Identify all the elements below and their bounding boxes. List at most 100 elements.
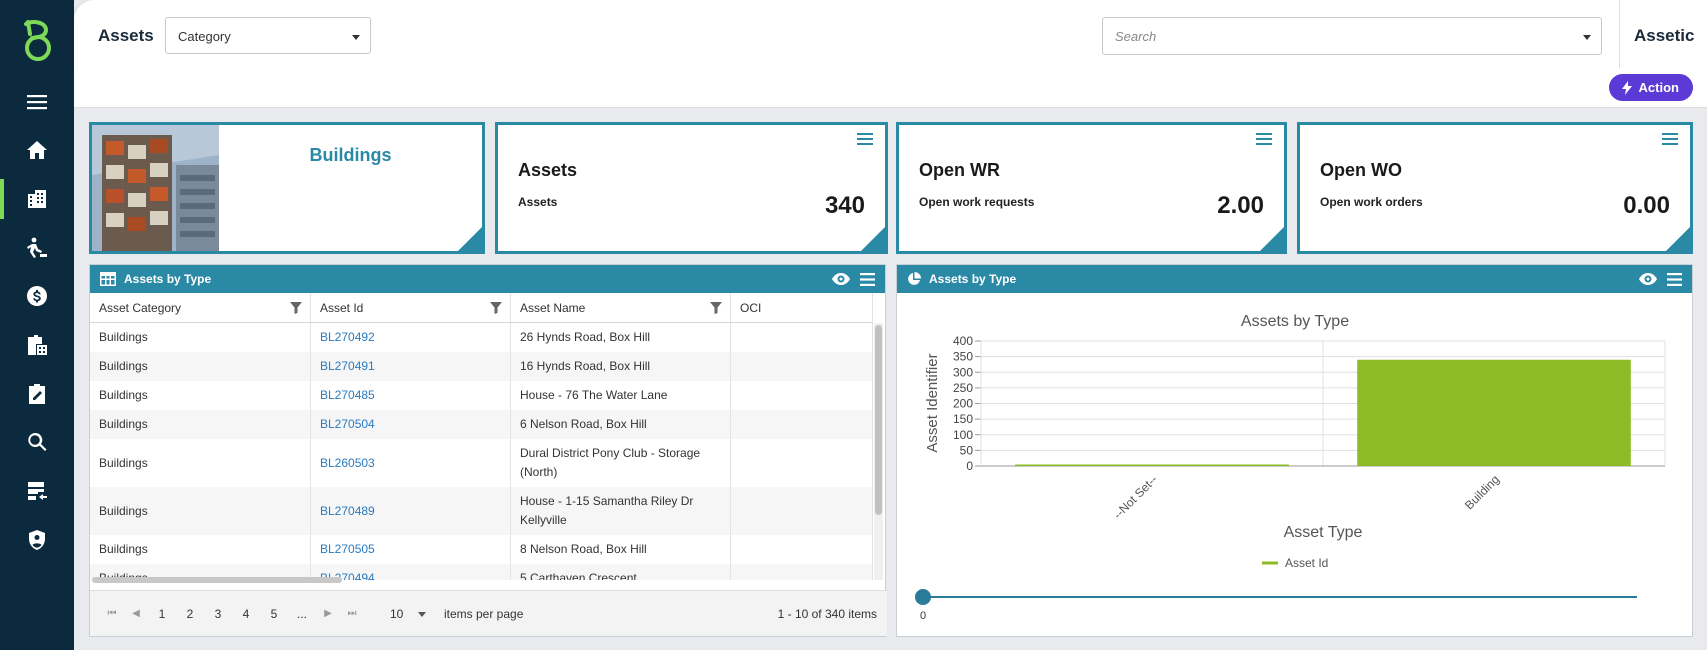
- open-wr-card[interactable]: Open WR Open work requests 2.00: [896, 122, 1287, 254]
- clipboard-building-icon[interactable]: [0, 325, 74, 365]
- table-row[interactable]: Buildings BL270489 House - 1-15 Samantha R…: [90, 487, 873, 535]
- cell-asset-id-text[interactable]: BL270492: [320, 328, 375, 347]
- cell-asset-name-text: House - 1-15 Samantha Riley Dr Kellyvill…: [520, 494, 694, 527]
- column-header-asset-category[interactable]: Asset Category: [90, 293, 311, 322]
- card-subtitle: Open work requests: [919, 195, 1035, 209]
- cell-asset-name: 6 Nelson Road, Box Hill: [511, 410, 731, 439]
- cell-asset-id[interactable]: BL270504: [311, 410, 511, 439]
- buildings-card-label: Buildings: [309, 145, 392, 165]
- cell-asset-name-text: 8 Nelson Road, Box Hill: [520, 542, 647, 556]
- search-icon[interactable]: [0, 422, 74, 462]
- column-header-asset-id[interactable]: Asset Id: [311, 293, 511, 322]
- grid-pager: ⏮ ◀ 1 2 3 4 5 ... ▶ ⏭ 10 items per page …: [90, 590, 887, 636]
- sidebar: [0, 0, 74, 650]
- finance-icon[interactable]: [0, 276, 74, 316]
- data-import-icon[interactable]: [0, 471, 74, 511]
- cell-asset-name-text: Dural District Pony Club - Storage (Nort…: [520, 446, 701, 479]
- next-page-icon[interactable]: ▶: [316, 608, 340, 619]
- page-button-5[interactable]: 5: [260, 607, 288, 621]
- cell-asset-id-text[interactable]: BL270489: [320, 502, 375, 521]
- search-input[interactable]: Search: [1102, 17, 1602, 55]
- cell-oci: [731, 352, 873, 381]
- cell-asset-name: 8 Nelson Road, Box Hill: [511, 535, 731, 564]
- menu-icon[interactable]: [0, 82, 74, 122]
- card-menu-icon[interactable]: [857, 133, 873, 147]
- cell-asset-id[interactable]: BL270492: [311, 323, 511, 352]
- eye-icon[interactable]: [1639, 273, 1657, 285]
- cell-asset-id[interactable]: BL270485: [311, 381, 511, 410]
- first-page-icon[interactable]: ⏮: [100, 608, 124, 619]
- vertical-scrollbar[interactable]: [874, 323, 883, 580]
- cell-oci: [731, 323, 873, 352]
- page-button-more[interactable]: ...: [288, 607, 316, 621]
- open-wo-card[interactable]: Open WO Open work orders 0.00: [1297, 122, 1693, 254]
- search-placeholder: Search: [1115, 29, 1157, 44]
- x-axis-label: Asset Type: [1284, 524, 1363, 541]
- cell-asset-category-text: Buildings: [99, 542, 148, 556]
- cell-asset-id-text[interactable]: BL270505: [320, 540, 375, 559]
- cell-asset-name-text: 16 Hynds Road, Box Hill: [520, 359, 651, 373]
- cell-asset-id[interactable]: BL270505: [311, 535, 511, 564]
- cell-asset-category-text: Buildings: [99, 455, 148, 470]
- cell-asset-category: Buildings: [90, 487, 311, 535]
- filter-icon[interactable]: [710, 302, 722, 314]
- category-select[interactable]: Category: [165, 17, 371, 54]
- header-divider: [1619, 0, 1620, 68]
- eye-icon[interactable]: [832, 273, 850, 285]
- menu-icon[interactable]: [1667, 272, 1682, 286]
- assets-card[interactable]: Assets Assets 340: [495, 122, 888, 254]
- last-page-icon[interactable]: ⏭: [340, 608, 364, 619]
- column-header-oci[interactable]: OCI: [731, 293, 873, 322]
- buildings-icon[interactable]: [0, 179, 74, 219]
- column-label: Asset Category: [99, 300, 182, 315]
- y-tick-label: 400: [953, 334, 973, 348]
- card-menu-icon[interactable]: [1662, 133, 1678, 147]
- page-button-3[interactable]: 3: [204, 607, 232, 621]
- chevron-down-icon: [418, 611, 426, 617]
- table-row[interactable]: Buildings BL270492 26 Hynds Road, Box Hill: [90, 323, 873, 352]
- page-button-2[interactable]: 2: [176, 607, 204, 621]
- edit-clipboard-icon[interactable]: [0, 374, 74, 414]
- card-title: Open WO: [1320, 160, 1402, 180]
- cell-asset-name-text: House - 76 The Water Lane: [520, 388, 668, 402]
- table-row[interactable]: Buildings BL270485 House - 76 The Water La…: [90, 381, 873, 410]
- cell-asset-id[interactable]: BL260503: [311, 439, 511, 487]
- cell-asset-name: 26 Hynds Road, Box Hill: [511, 323, 731, 352]
- cell-asset-id-text[interactable]: BL270504: [320, 415, 375, 434]
- scrollbar-thumb[interactable]: [875, 325, 882, 515]
- cell-asset-id[interactable]: BL270489: [311, 487, 511, 535]
- cell-asset-id-text[interactable]: BL270491: [320, 357, 375, 376]
- page-button-1[interactable]: 1: [148, 607, 176, 621]
- cell-asset-id[interactable]: BL270491: [311, 352, 511, 381]
- table-row[interactable]: Buildings BL260503 Dural District Pony Clu…: [90, 439, 873, 487]
- worker-icon[interactable]: [0, 228, 74, 268]
- table-row[interactable]: Buildings BL270505 8 Nelson Road, Box Hill: [90, 535, 873, 564]
- range-slider-thumb[interactable]: [915, 589, 931, 605]
- y-tick-label: 100: [953, 428, 973, 442]
- app-logo-icon[interactable]: [18, 18, 58, 62]
- cell-asset-name-text: 6 Nelson Road, Box Hill: [520, 417, 647, 431]
- horizontal-scrollbar[interactable]: [90, 576, 885, 584]
- card-corner: [1666, 227, 1690, 251]
- action-bar: Action: [74, 68, 1707, 108]
- action-button[interactable]: Action: [1608, 74, 1693, 101]
- cell-asset-category-text: Buildings: [99, 330, 148, 344]
- table-row[interactable]: Buildings BL270504 6 Nelson Road, Box Hill: [90, 410, 873, 439]
- grid-panel-header: Assets by Type: [90, 265, 885, 293]
- filter-icon[interactable]: [290, 302, 302, 314]
- lightning-icon: [1621, 80, 1632, 95]
- home-icon[interactable]: [0, 130, 74, 170]
- filter-icon[interactable]: [490, 302, 502, 314]
- page-size-select[interactable]: 10: [382, 600, 432, 628]
- security-shield-icon[interactable]: [0, 520, 74, 560]
- card-subtitle: Open work orders: [1320, 195, 1423, 209]
- card-menu-icon[interactable]: [1256, 133, 1272, 147]
- table-row[interactable]: Buildings BL270491 16 Hynds Road, Box Hill: [90, 352, 873, 381]
- cell-asset-id-text[interactable]: BL270485: [320, 386, 375, 405]
- column-header-asset-name[interactable]: Asset Name: [511, 293, 731, 322]
- page-button-4[interactable]: 4: [232, 607, 260, 621]
- prev-page-icon[interactable]: ◀: [124, 608, 148, 619]
- cell-asset-id-text[interactable]: BL260503: [320, 454, 375, 473]
- buildings-card[interactable]: Buildings: [89, 122, 485, 254]
- menu-icon[interactable]: [860, 272, 875, 286]
